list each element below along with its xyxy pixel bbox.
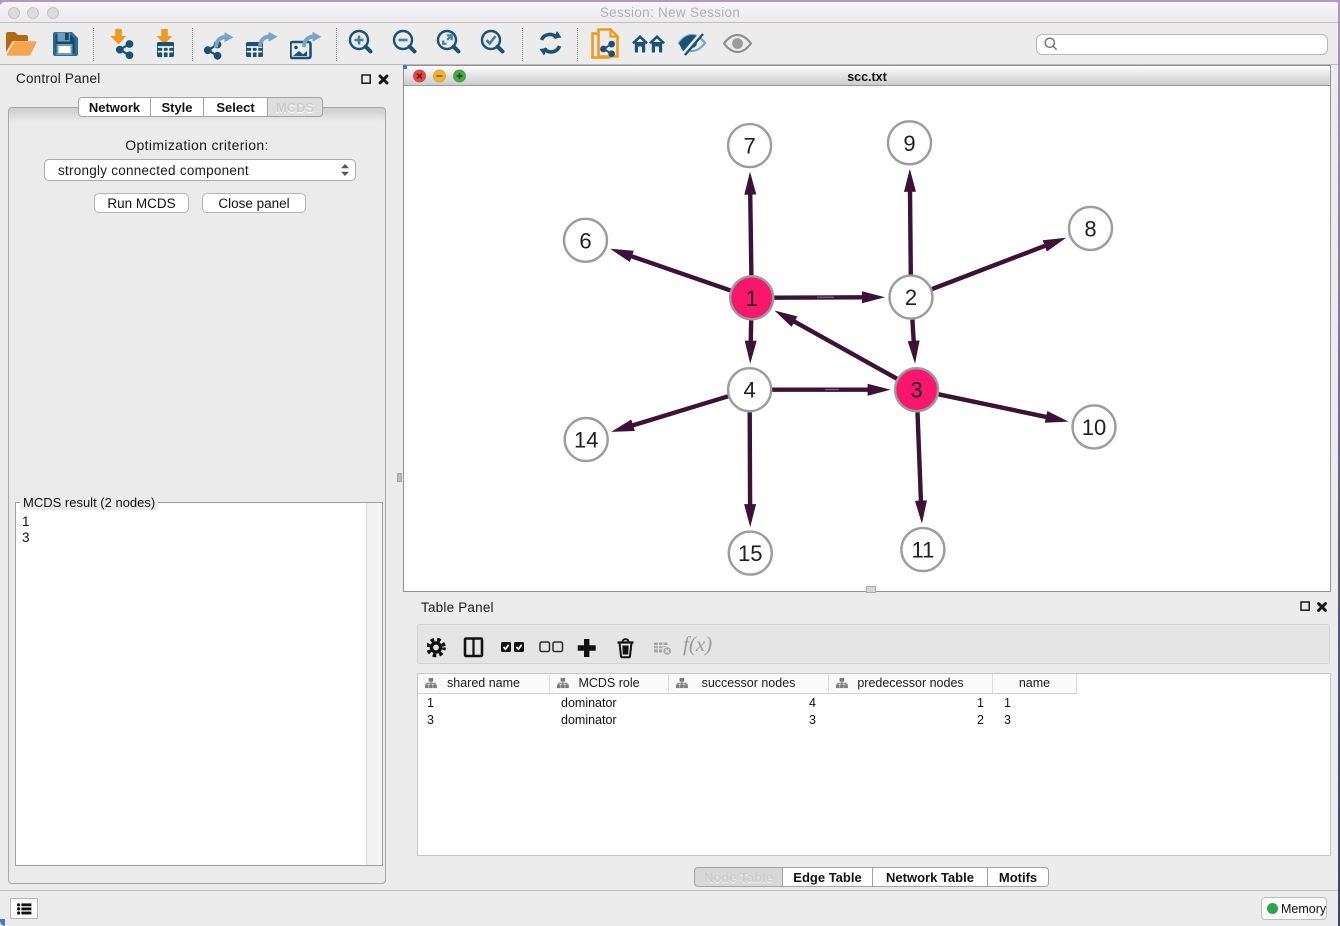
svg-text:14: 14: [574, 428, 598, 453]
svg-text:3: 3: [910, 378, 922, 403]
svg-text:2: 2: [905, 285, 917, 310]
svg-text:4: 4: [743, 378, 755, 403]
svg-text:6: 6: [579, 228, 591, 253]
svg-text:7: 7: [743, 134, 755, 159]
svg-text:10: 10: [1082, 415, 1106, 440]
svg-text:1: 1: [746, 286, 758, 311]
svg-text:11: 11: [911, 538, 934, 563]
svg-text:15: 15: [738, 541, 762, 566]
svg-text:8: 8: [1084, 216, 1096, 241]
svg-text:9: 9: [903, 131, 915, 156]
